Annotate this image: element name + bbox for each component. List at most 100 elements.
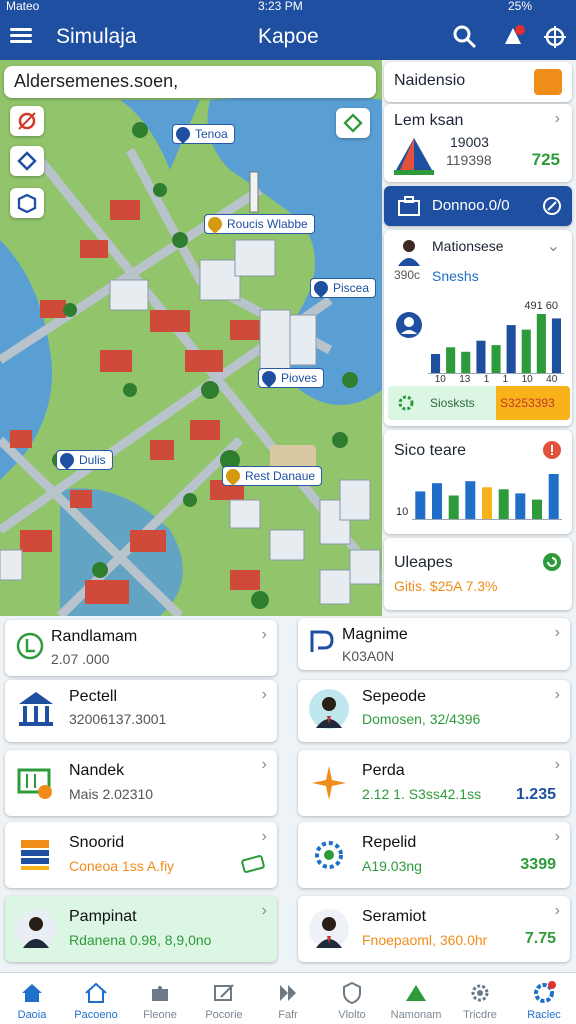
- compass-icon[interactable]: [542, 24, 568, 50]
- chevron-right-icon: ›: [554, 110, 560, 127]
- blue-bar-label: Donnoo.0/0: [432, 197, 510, 214]
- updates-card[interactable]: Uleapes Gitis. $25A 7.3%: [384, 538, 572, 610]
- chart1-tick-label: 10: [521, 374, 533, 385]
- chart1-tick-label: 10: [434, 374, 446, 385]
- nav-item-2[interactable]: Fleone: [128, 973, 192, 1024]
- sun-gear-icon: [315, 841, 343, 869]
- pin-icon: [311, 278, 331, 298]
- chevron-down-icon[interactable]: ⌄: [547, 236, 560, 256]
- list-card[interactable]: Nandek Mais 2.02310 ›: [5, 750, 277, 816]
- chart1-footer[interactable]: Siosksts S3253393: [388, 386, 570, 420]
- list-card[interactable]: Perda 2.12 1. S3ss42.1ss › 1.235: [298, 750, 570, 816]
- map-search-input[interactable]: Aldersemenes.soen,: [4, 66, 376, 98]
- document-stack-icon: [21, 840, 49, 870]
- card-value: 7.75: [524, 930, 556, 947]
- nav-label: Daoia: [17, 1009, 47, 1021]
- pin-icon: [57, 450, 77, 470]
- card-sub: 32006137.3001: [69, 711, 167, 727]
- map-pin[interactable]: Pioves: [258, 368, 325, 388]
- card-title: Nandek: [69, 762, 125, 779]
- chart-bar: [536, 314, 546, 374]
- search-icon[interactable]: [452, 24, 478, 50]
- edit-icon: [214, 984, 234, 1001]
- card-title: Pectell: [69, 688, 118, 705]
- card-title: Snoorid: [69, 834, 125, 851]
- avatar: [309, 909, 349, 949]
- ticket-icon: [241, 855, 265, 873]
- shield-icon: [343, 981, 361, 1005]
- list-card[interactable]: Sepeode Domosen, 32/4396 ›: [298, 680, 570, 742]
- list-card[interactable]: Seramiot Fnoepaoml, 360.0hr › 7.75: [298, 896, 570, 962]
- battery-level: 25%: [508, 0, 533, 13]
- card-sub: Coneoa 1ss A.fiy: [69, 858, 175, 874]
- cube-tool-icon[interactable]: [10, 188, 44, 218]
- chevron-right-icon: ›: [261, 626, 267, 643]
- chart-bar: [432, 483, 442, 520]
- list-card[interactable]: Randlamam 2.07 .000 ›: [5, 620, 277, 676]
- page-title: Kapoe: [258, 25, 319, 48]
- chart1-axis: 10 13 1 1 10 40: [428, 374, 564, 385]
- map-pin[interactable]: Tenoa: [172, 124, 235, 144]
- chart1-tick-label: 1: [483, 374, 490, 385]
- card-sub: K03A0N: [342, 648, 395, 664]
- card-value: 1.235: [515, 786, 556, 803]
- recenter-icon[interactable]: [336, 108, 370, 138]
- loan-line2: 119398: [446, 152, 492, 168]
- layers-tool-icon[interactable]: [10, 146, 44, 176]
- chart1-tick-label: 13: [459, 374, 471, 385]
- refresh-icon[interactable]: [542, 552, 562, 572]
- loan-card[interactable]: Lem ksan › 19003 119398 725: [384, 104, 572, 182]
- card-title: Magnime: [342, 626, 408, 643]
- list-card[interactable]: Pectell 32006137.3001 ›: [5, 680, 277, 742]
- bank-icon: [19, 692, 53, 726]
- shop-icon: [17, 768, 52, 799]
- orange-badge-icon[interactable]: [534, 69, 562, 95]
- pin-icon: [173, 124, 193, 144]
- nav-item-4[interactable]: Fafr: [256, 973, 320, 1024]
- nav-item-1[interactable]: Pacoeno: [64, 973, 128, 1024]
- updates-sub: Gitis. $25A 7.3%: [394, 578, 498, 594]
- nav-label: Pacoeno: [74, 1009, 118, 1021]
- map-pin[interactable]: Dulis: [56, 450, 113, 470]
- nav-item-8[interactable]: Raclec: [512, 973, 576, 1024]
- menu-icon[interactable]: [10, 25, 32, 47]
- chart-bar: [446, 347, 456, 374]
- nav-label: Raclec: [527, 1009, 561, 1021]
- nav-label: Vlolto: [338, 1009, 366, 1021]
- chart-bar: [498, 489, 509, 520]
- nav-label: Tricdre: [463, 1009, 497, 1021]
- edit-icon[interactable]: [542, 196, 562, 216]
- briefcase-icon: [398, 196, 420, 216]
- panel-header: Naidensio: [384, 62, 572, 102]
- pin-icon: [205, 214, 225, 234]
- user-circle-icon: [396, 312, 422, 338]
- chart2-card: Sico teare 10: [384, 430, 572, 534]
- map-pin[interactable]: Piscea: [310, 278, 377, 298]
- chevron-right-icon: ›: [261, 828, 267, 845]
- location-tool-icon[interactable]: [10, 106, 44, 136]
- list-card[interactable]: Snoorid Coneoa 1ss A.fiy ›: [5, 822, 277, 888]
- card-sub: Fnoepaoml, 360.0hr: [362, 932, 488, 948]
- carrier: Mateo: [6, 0, 40, 13]
- nav-item-5[interactable]: Vlolto: [320, 973, 384, 1024]
- list-card[interactable]: Magnime K03A0N ›: [298, 618, 570, 670]
- nav-item-3[interactable]: Pocorie: [192, 973, 256, 1024]
- alert-icon[interactable]: [542, 440, 562, 460]
- map-pin[interactable]: Roucis Wlabbe: [204, 214, 315, 234]
- blue-action-bar[interactable]: Donnoo.0/0: [384, 186, 572, 226]
- list-card[interactable]: Repelid A19.03ng › 3399: [298, 822, 570, 888]
- notification-icon[interactable]: [500, 24, 526, 50]
- map-pin[interactable]: Rest Danaue: [222, 466, 323, 486]
- home-outline-icon: [85, 982, 107, 1003]
- nav-label: Pocorie: [205, 1009, 243, 1021]
- list-card[interactable]: Pampinat Rdanena 0.98, 8,9,0no ›: [5, 896, 277, 962]
- nav-item-0[interactable]: Daoia: [0, 973, 64, 1024]
- chart1-sub1: 390c: [394, 268, 421, 282]
- nav-item-6[interactable]: Namonam: [384, 973, 448, 1024]
- chevron-right-icon: ›: [261, 686, 267, 703]
- card-title: Repelid: [362, 834, 417, 851]
- chart2-bars: [412, 474, 562, 520]
- panel-title: Naidensio: [394, 72, 466, 89]
- nav-label: Fafr: [278, 1009, 298, 1021]
- nav-item-7[interactable]: Tricdre: [448, 973, 512, 1024]
